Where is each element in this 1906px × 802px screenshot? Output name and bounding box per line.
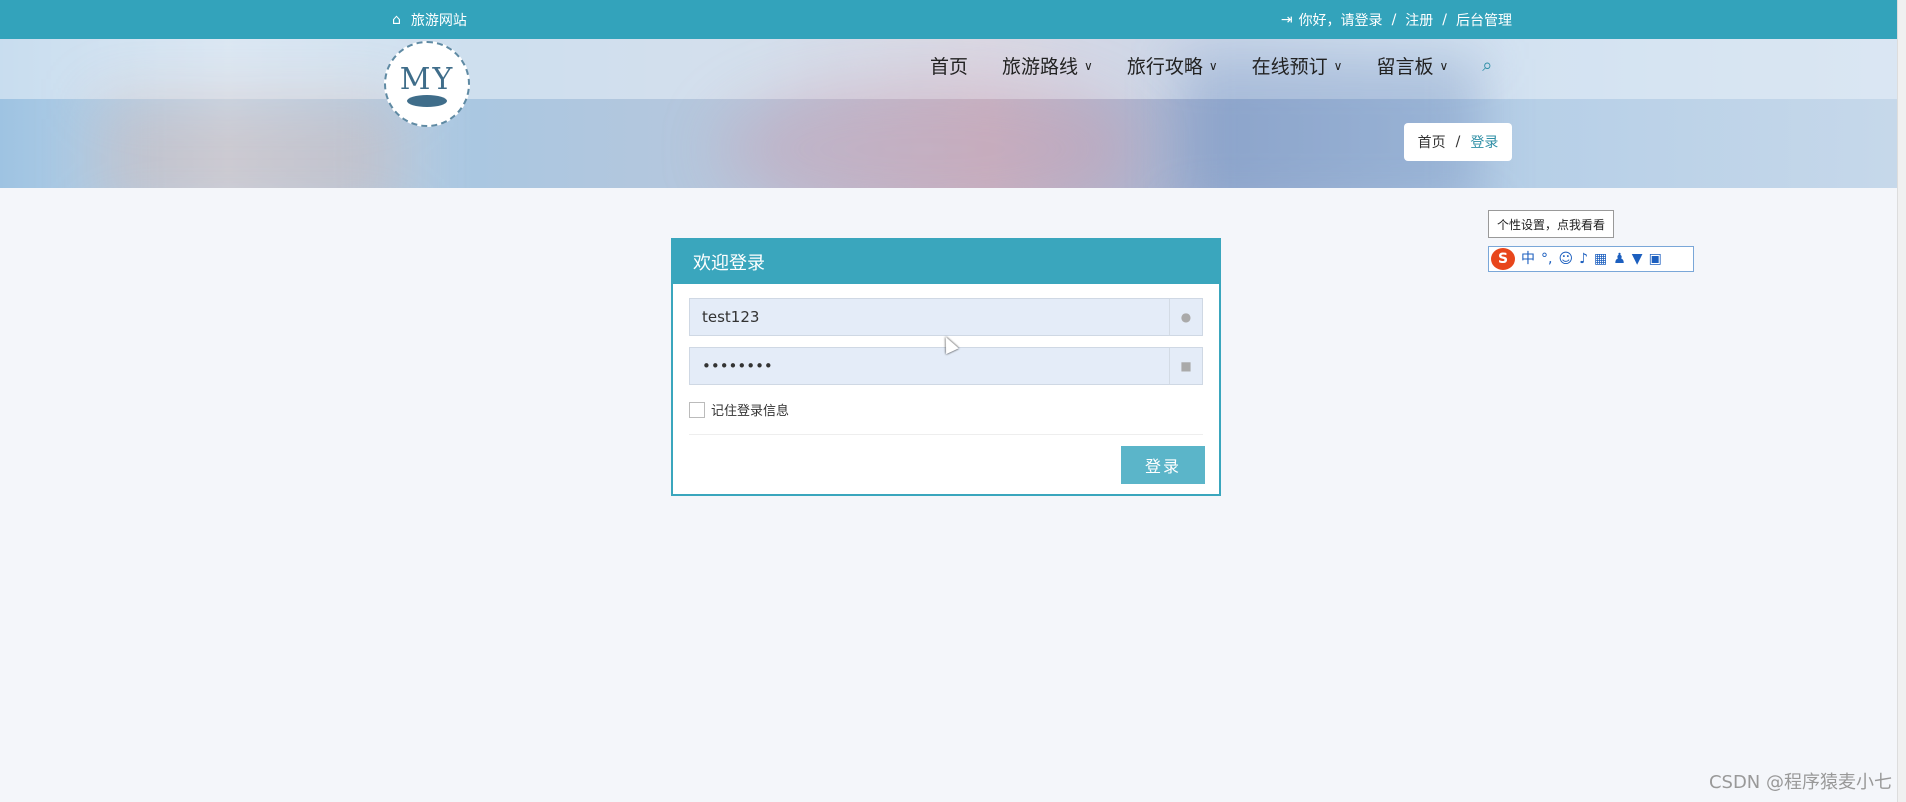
watermark: CSDN @程序猿麦小七: [1708, 772, 1892, 793]
logo-text: MY: [399, 61, 455, 97]
login-panel: 欢迎登录 ● ■ 记住登录信息 登录: [671, 238, 1221, 496]
remember-checkbox[interactable]: [689, 401, 705, 418]
admin-link[interactable]: 后台管理: [1456, 10, 1512, 30]
top-bar: ⌂ 旅游网站 ⇥ 你好，请登录 / 注册 / 后台管理: [0, 0, 1898, 39]
ime-tooltip: 个性设置，点我看看: [1488, 210, 1615, 238]
site-name-link[interactable]: 旅游网站: [411, 10, 467, 30]
keyboard-icon[interactable]: ▦: [1594, 252, 1607, 266]
ime-toolbar: S 中 °, ☺ ♪ ▦ ♟ ▼ ▣: [1488, 246, 1694, 272]
user-tools-icon[interactable]: ♟: [1613, 252, 1626, 266]
chevron-down-icon: ∨: [1439, 58, 1449, 73]
login-link[interactable]: 你好，请登录: [1299, 10, 1383, 30]
login-button[interactable]: 登录: [1121, 446, 1205, 484]
chevron-down-icon: ∨: [1084, 58, 1093, 73]
microphone-icon[interactable]: ♪: [1579, 252, 1588, 266]
breadcrumb-home[interactable]: 首页: [1418, 132, 1446, 152]
nav-item-home[interactable]: 首页: [930, 52, 968, 79]
skin-icon[interactable]: ▼: [1632, 252, 1643, 266]
lock-icon: ■: [1169, 348, 1202, 384]
separator: /: [1442, 11, 1447, 28]
chevron-down-icon: ∨: [1333, 58, 1343, 73]
user-icon: ●: [1169, 299, 1202, 335]
password-input[interactable]: [690, 348, 1169, 384]
emoji-icon[interactable]: ☺: [1558, 252, 1573, 266]
register-link[interactable]: 注册: [1405, 10, 1433, 30]
nav-item-booking[interactable]: 在线预订 ∨: [1252, 52, 1343, 79]
nav-item-guides[interactable]: 旅行攻略 ∨: [1127, 52, 1218, 79]
remember-me[interactable]: 记住登录信息: [689, 400, 789, 419]
remember-label: 记住登录信息: [711, 404, 790, 419]
nav-item-routes[interactable]: 旅游路线 ∨: [1002, 52, 1093, 79]
main-nav: 首页 旅游路线 ∨ 旅行攻略 ∨ 在线预订 ∨ 留言板 ∨ ⌕: [930, 52, 1492, 79]
top-bar-left: ⌂ 旅游网站: [392, 0, 467, 39]
scrollbar[interactable]: [1897, 0, 1906, 802]
site-logo[interactable]: MY: [384, 41, 470, 127]
home-icon: ⌂: [392, 11, 401, 28]
breadcrumb: 首页 / 登录: [1404, 123, 1512, 161]
breadcrumb-separator: /: [1455, 134, 1461, 150]
nav-item-messages[interactable]: 留言板 ∨: [1376, 52, 1448, 79]
fish-icon: [407, 94, 447, 107]
separator: /: [1391, 11, 1397, 28]
search-icon[interactable]: ⌕: [1482, 55, 1492, 76]
divider: [689, 434, 1203, 435]
username-input[interactable]: [690, 299, 1169, 335]
punctuation-button[interactable]: °,: [1541, 252, 1552, 266]
panel-title: 欢迎登录: [673, 240, 1219, 284]
username-field[interactable]: ●: [689, 298, 1203, 336]
sogou-logo-icon[interactable]: S: [1491, 248, 1515, 270]
grid-menu-icon[interactable]: ▣: [1649, 252, 1662, 266]
ime-mode-button[interactable]: 中: [1521, 252, 1535, 266]
sign-in-icon: ⇥: [1280, 11, 1293, 28]
top-bar-right: ⇥ 你好，请登录 / 注册 / 后台管理: [1281, 0, 1512, 39]
chevron-down-icon: ∨: [1208, 58, 1218, 73]
breadcrumb-current: 登录: [1470, 135, 1499, 151]
